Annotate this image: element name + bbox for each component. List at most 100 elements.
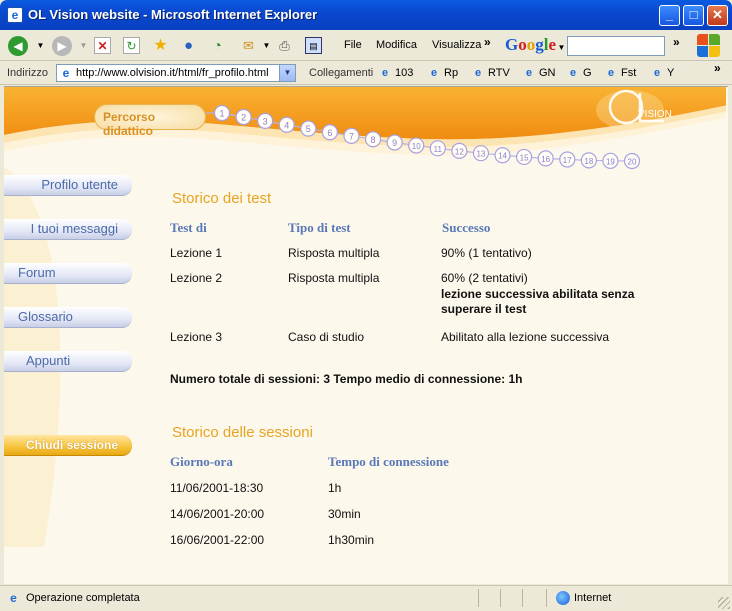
status-divider [500, 589, 501, 607]
resize-grip-icon[interactable] [718, 597, 730, 609]
address-label: Indirizzo [7, 67, 48, 79]
link-gn[interactable]: e GN [522, 66, 556, 80]
maximize-button[interactable]: □ [683, 5, 704, 26]
title-bar: e OL Vision website - Microsoft Internet… [0, 0, 732, 30]
minimize-button[interactable]: _ [659, 5, 680, 26]
back-icon[interactable]: ◀ [8, 36, 28, 56]
lesson-step-label: 3 [263, 116, 268, 126]
vertical-scrollbar[interactable] [726, 87, 728, 584]
lesson-step-label: 1 [219, 109, 224, 119]
tests-header-success: Successo [442, 220, 491, 235]
tests-header-test: Test di [170, 220, 207, 235]
history-icon[interactable]: ◔ [209, 37, 226, 54]
windows-logo-icon [697, 34, 721, 58]
menu-file[interactable]: File [344, 39, 362, 51]
lesson-step-label: 15 [520, 153, 529, 162]
lesson-step-17[interactable]: 17 [559, 151, 576, 168]
lesson-step-1[interactable]: 1 [213, 104, 231, 122]
lesson-step-label: 10 [412, 142, 421, 151]
ie-link-icon: e [607, 67, 615, 79]
lesson-step-19[interactable]: 19 [602, 152, 619, 169]
window-title: OL Vision website - Microsoft Internet E… [28, 7, 318, 22]
nav-forum[interactable]: Forum [4, 263, 132, 284]
ie-app-icon[interactable]: e [7, 7, 23, 23]
lesson-step-label: 7 [349, 131, 354, 141]
link-y[interactable]: eY [650, 66, 674, 80]
forward-icon[interactable]: ▶ [52, 36, 72, 56]
link-103[interactable]: e 103 [378, 66, 413, 80]
lesson-step-5[interactable]: 5 [300, 120, 317, 137]
lesson-step-7[interactable]: 7 [343, 127, 360, 144]
lesson-step-label: 12 [455, 147, 464, 156]
lesson-step-label: 6 [327, 128, 332, 138]
nav-i-tuoi-messaggi[interactable]: I tuoi messaggi [4, 219, 132, 240]
nav-glossario[interactable]: Glossario [4, 307, 132, 328]
lesson-step-18[interactable]: 18 [580, 152, 597, 169]
session-duration: 1h30min [328, 533, 375, 547]
link-g[interactable]: eG [566, 66, 592, 80]
page-icon: e [62, 66, 70, 80]
lesson-step-9[interactable]: 9 [386, 134, 403, 151]
address-bar: Indirizzo e http://www.olvision.it/html/… [0, 61, 732, 85]
lesson-step-14[interactable]: 14 [494, 147, 511, 164]
lesson-step-label: 19 [606, 157, 615, 166]
media-icon[interactable]: ● [180, 37, 197, 54]
link-fst[interactable]: e Fst [604, 66, 636, 80]
forward-dropdown-icon[interactable]: ▼ [75, 37, 92, 54]
lesson-step-label: 4 [284, 120, 289, 130]
lesson-step-15[interactable]: 15 [516, 148, 533, 166]
lesson-step-12[interactable]: 12 [451, 142, 468, 159]
refresh-icon[interactable]: ↻ [123, 37, 140, 54]
back-dropdown-icon[interactable]: ▼ [32, 37, 49, 54]
lesson-step-10[interactable]: 10 [408, 137, 425, 154]
test-result: 60% (2 tentativi) [441, 271, 528, 285]
status-bar: e Operazione completata Internet [0, 585, 732, 611]
address-dropdown-icon[interactable]: ▼ [279, 65, 295, 81]
google-logo[interactable]: Google [505, 35, 556, 55]
stop-icon[interactable]: ✕ [94, 37, 111, 54]
print-icon[interactable]: ⎙ [276, 37, 293, 54]
menu-overflow-chevron[interactable]: » [484, 35, 491, 49]
globe-icon [556, 591, 570, 605]
lesson-steps: 1 2 3 4 5 6 7 8 9 10 11 12 13 14 15 16 17 18 19 20 [206, 104, 641, 170]
status-divider [478, 589, 479, 607]
link-rtv[interactable]: e RTV [471, 66, 510, 80]
edit-page-icon[interactable]: ▤ [305, 37, 322, 54]
lesson-step-8[interactable]: 8 [364, 131, 382, 148]
lesson-step-2[interactable]: 2 [235, 108, 252, 126]
google-search-input[interactable] [567, 36, 665, 56]
close-button[interactable]: ✕ [707, 5, 728, 26]
sessions-header-duration: Tempo di connessione [328, 454, 449, 469]
mail-icon[interactable]: ✉ [240, 37, 257, 54]
mail-dropdown-icon[interactable]: ▼ [258, 37, 275, 54]
logout-button[interactable]: Chiudi sessione [4, 435, 132, 456]
ie-link-icon: e [381, 67, 389, 79]
address-field[interactable]: e http://www.olvision.it/html/fr_profilo… [56, 64, 296, 82]
lesson-step-label: 11 [434, 145, 443, 154]
sessions-header-datetime: Giorno-ora [170, 454, 233, 469]
ie-link-icon: e [569, 67, 577, 79]
nav-profilo-utente[interactable]: Profilo utente [4, 175, 132, 196]
menu-visualizza[interactable]: Visualizza [432, 39, 481, 51]
lesson-step-13[interactable]: 13 [472, 145, 490, 162]
links-overflow-chevron[interactable]: » [714, 61, 721, 75]
test-result: Abilitato alla lezione successiva [441, 330, 610, 344]
ie-link-icon: e [653, 67, 661, 79]
link-rp[interactable]: e Rp [427, 66, 458, 80]
lesson-step-label: 2 [241, 112, 246, 122]
session-duration: 30min [328, 507, 361, 521]
lesson-step-11[interactable]: 11 [429, 140, 446, 157]
page-viewport: VISION Percorso didattico 1 2 3 4 5 6 7 8 9 10 11 1… [4, 86, 728, 584]
lesson-step-3[interactable]: 3 [257, 112, 274, 130]
nav-appunti[interactable]: Appunti [4, 351, 132, 372]
favorites-star-icon[interactable]: ★ [152, 37, 169, 54]
menu-modifica[interactable]: Modifica [376, 39, 417, 51]
lesson-step-6[interactable]: 6 [321, 124, 338, 141]
lesson-step-16[interactable]: 16 [537, 150, 554, 167]
lesson-step-4[interactable]: 4 [278, 116, 295, 133]
address-url[interactable]: http://www.olvision.it/html/fr_profilo.h… [76, 67, 269, 79]
test-lesson: Lezione 1 [170, 246, 223, 260]
test-result: 90% (1 tentativo) [441, 246, 532, 260]
lesson-step-20[interactable]: 20 [623, 152, 641, 170]
toolbar-overflow-chevron[interactable]: » [673, 35, 680, 49]
